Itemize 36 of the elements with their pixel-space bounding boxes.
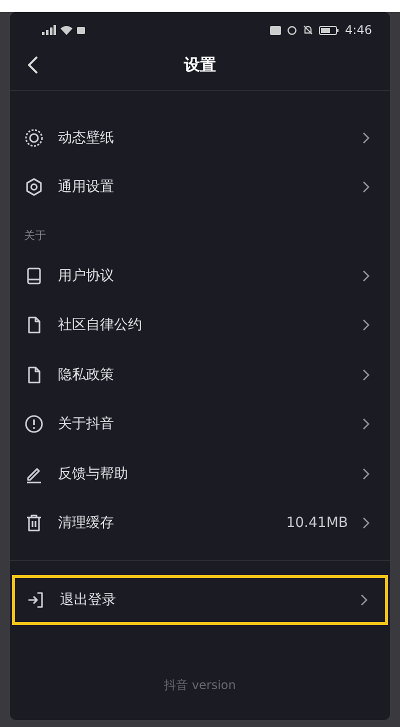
settings-row[interactable]: 关于抖音 xyxy=(10,400,390,449)
settings-row[interactable]: 隐私政策 xyxy=(10,350,390,400)
battery-icon xyxy=(319,26,340,34)
chevron-right-icon xyxy=(362,468,370,480)
trash-icon xyxy=(24,513,44,534)
section-header: 关于 xyxy=(23,228,47,244)
chevron-right-icon xyxy=(362,181,370,194)
back-icon[interactable] xyxy=(28,56,38,74)
clock-time: 4:46 xyxy=(345,23,372,37)
wifi-icon xyxy=(60,25,73,35)
settings-row[interactable]: 反馈与帮助 xyxy=(10,449,390,498)
settings-row[interactable]: 社区自律公约 xyxy=(10,300,390,350)
square-icon xyxy=(77,26,85,34)
settings-row[interactable]: 动态壁纸 xyxy=(10,113,390,162)
page-title: 设置 xyxy=(184,54,216,76)
nfc-icon xyxy=(270,26,282,34)
book-icon xyxy=(24,266,44,286)
chevron-right-icon xyxy=(362,368,370,381)
settings-row[interactable]: 用户协议 xyxy=(10,251,390,300)
chevron-right-icon xyxy=(362,517,370,530)
chevron-right-icon xyxy=(362,319,370,332)
dotted-circle-icon xyxy=(24,128,44,148)
settings-row[interactable]: 清理缓存 10.41MB xyxy=(10,498,390,548)
mute-bell-icon xyxy=(303,25,314,35)
chevron-right-icon xyxy=(362,418,370,430)
chevron-right-icon xyxy=(360,594,368,606)
version-text: 抖音 version xyxy=(163,676,237,694)
cache-size: 10.41MB xyxy=(286,515,348,532)
settings-icon xyxy=(24,177,44,198)
info-icon xyxy=(24,414,44,434)
settings-row[interactable]: 通用设置 xyxy=(10,162,390,212)
chevron-right-icon xyxy=(362,270,370,282)
settings-row[interactable]: 退出登录 xyxy=(12,575,388,624)
sign-in-arrow-icon xyxy=(26,590,46,610)
alarm-icon xyxy=(287,25,298,35)
chevron-right-icon xyxy=(362,132,370,144)
